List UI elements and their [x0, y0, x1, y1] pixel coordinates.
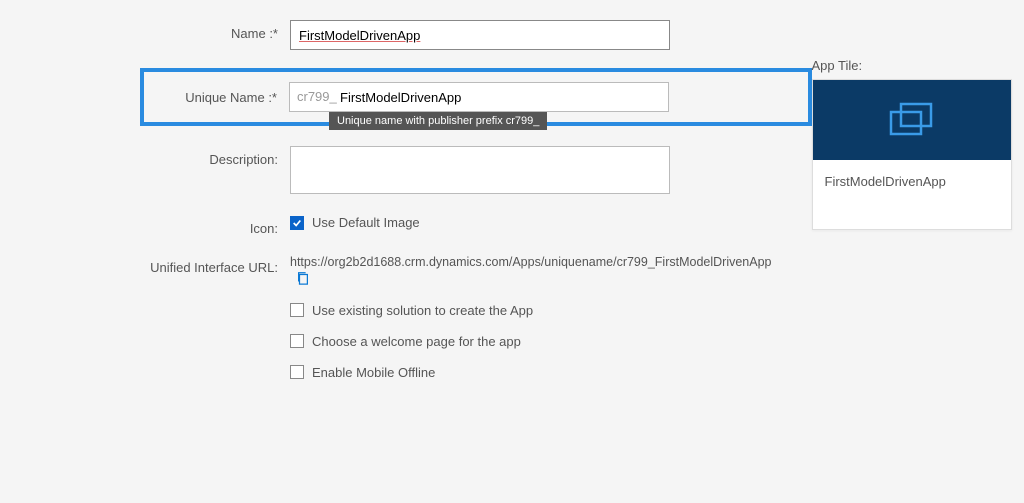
use-existing-label: Use existing solution to create the App — [312, 303, 533, 318]
url-label: Unified Interface URL: — [20, 254, 290, 275]
description-label: Description: — [20, 146, 290, 167]
use-existing-checkbox[interactable] — [290, 303, 304, 317]
use-existing-row: Use existing solution to create the App — [290, 303, 772, 318]
app-tile-icon — [889, 102, 935, 138]
unique-name-tooltip: Unique name with publisher prefix cr799_ — [329, 112, 547, 130]
url-value: https://org2b2d1688.crm.dynamics.com/App… — [290, 255, 772, 269]
app-tile-image — [813, 80, 1011, 160]
icon-label: Icon: — [20, 215, 290, 236]
name-label: Name :* — [20, 20, 290, 41]
welcome-page-row: Choose a welcome page for the app — [290, 334, 772, 349]
copy-icon[interactable] — [296, 271, 310, 285]
form-left-column: Name :* Unique Name :* cr799_ Unique nam… — [20, 20, 772, 396]
unique-name-label: Unique Name :* — [144, 90, 289, 105]
description-input[interactable] — [290, 146, 670, 194]
app-tile: FirstModelDrivenApp — [812, 79, 1012, 230]
url-row: Unified Interface URL: https://org2b2d16… — [20, 254, 772, 285]
unique-name-prefix: cr799_ — [297, 89, 337, 104]
unique-name-input[interactable] — [289, 82, 669, 112]
welcome-page-label: Choose a welcome page for the app — [312, 334, 521, 349]
app-tile-column: App Tile: FirstModelDrivenApp — [812, 58, 1012, 396]
unique-name-highlight: Unique Name :* cr799_ Unique name with p… — [140, 68, 812, 126]
use-default-image-label: Use Default Image — [312, 215, 420, 230]
app-tile-title: FirstModelDrivenApp — [813, 160, 1011, 229]
name-row: Name :* — [20, 20, 772, 50]
welcome-page-checkbox[interactable] — [290, 334, 304, 348]
mobile-offline-label: Enable Mobile Offline — [312, 365, 435, 380]
app-tile-label: App Tile: — [812, 58, 1012, 73]
use-default-image-checkbox[interactable] — [290, 216, 304, 230]
description-row: Description: — [20, 146, 772, 197]
icon-row: Icon: Use Default Image — [20, 215, 772, 236]
name-input[interactable] — [290, 20, 670, 50]
mobile-offline-checkbox[interactable] — [290, 365, 304, 379]
mobile-offline-row: Enable Mobile Offline — [290, 365, 772, 380]
